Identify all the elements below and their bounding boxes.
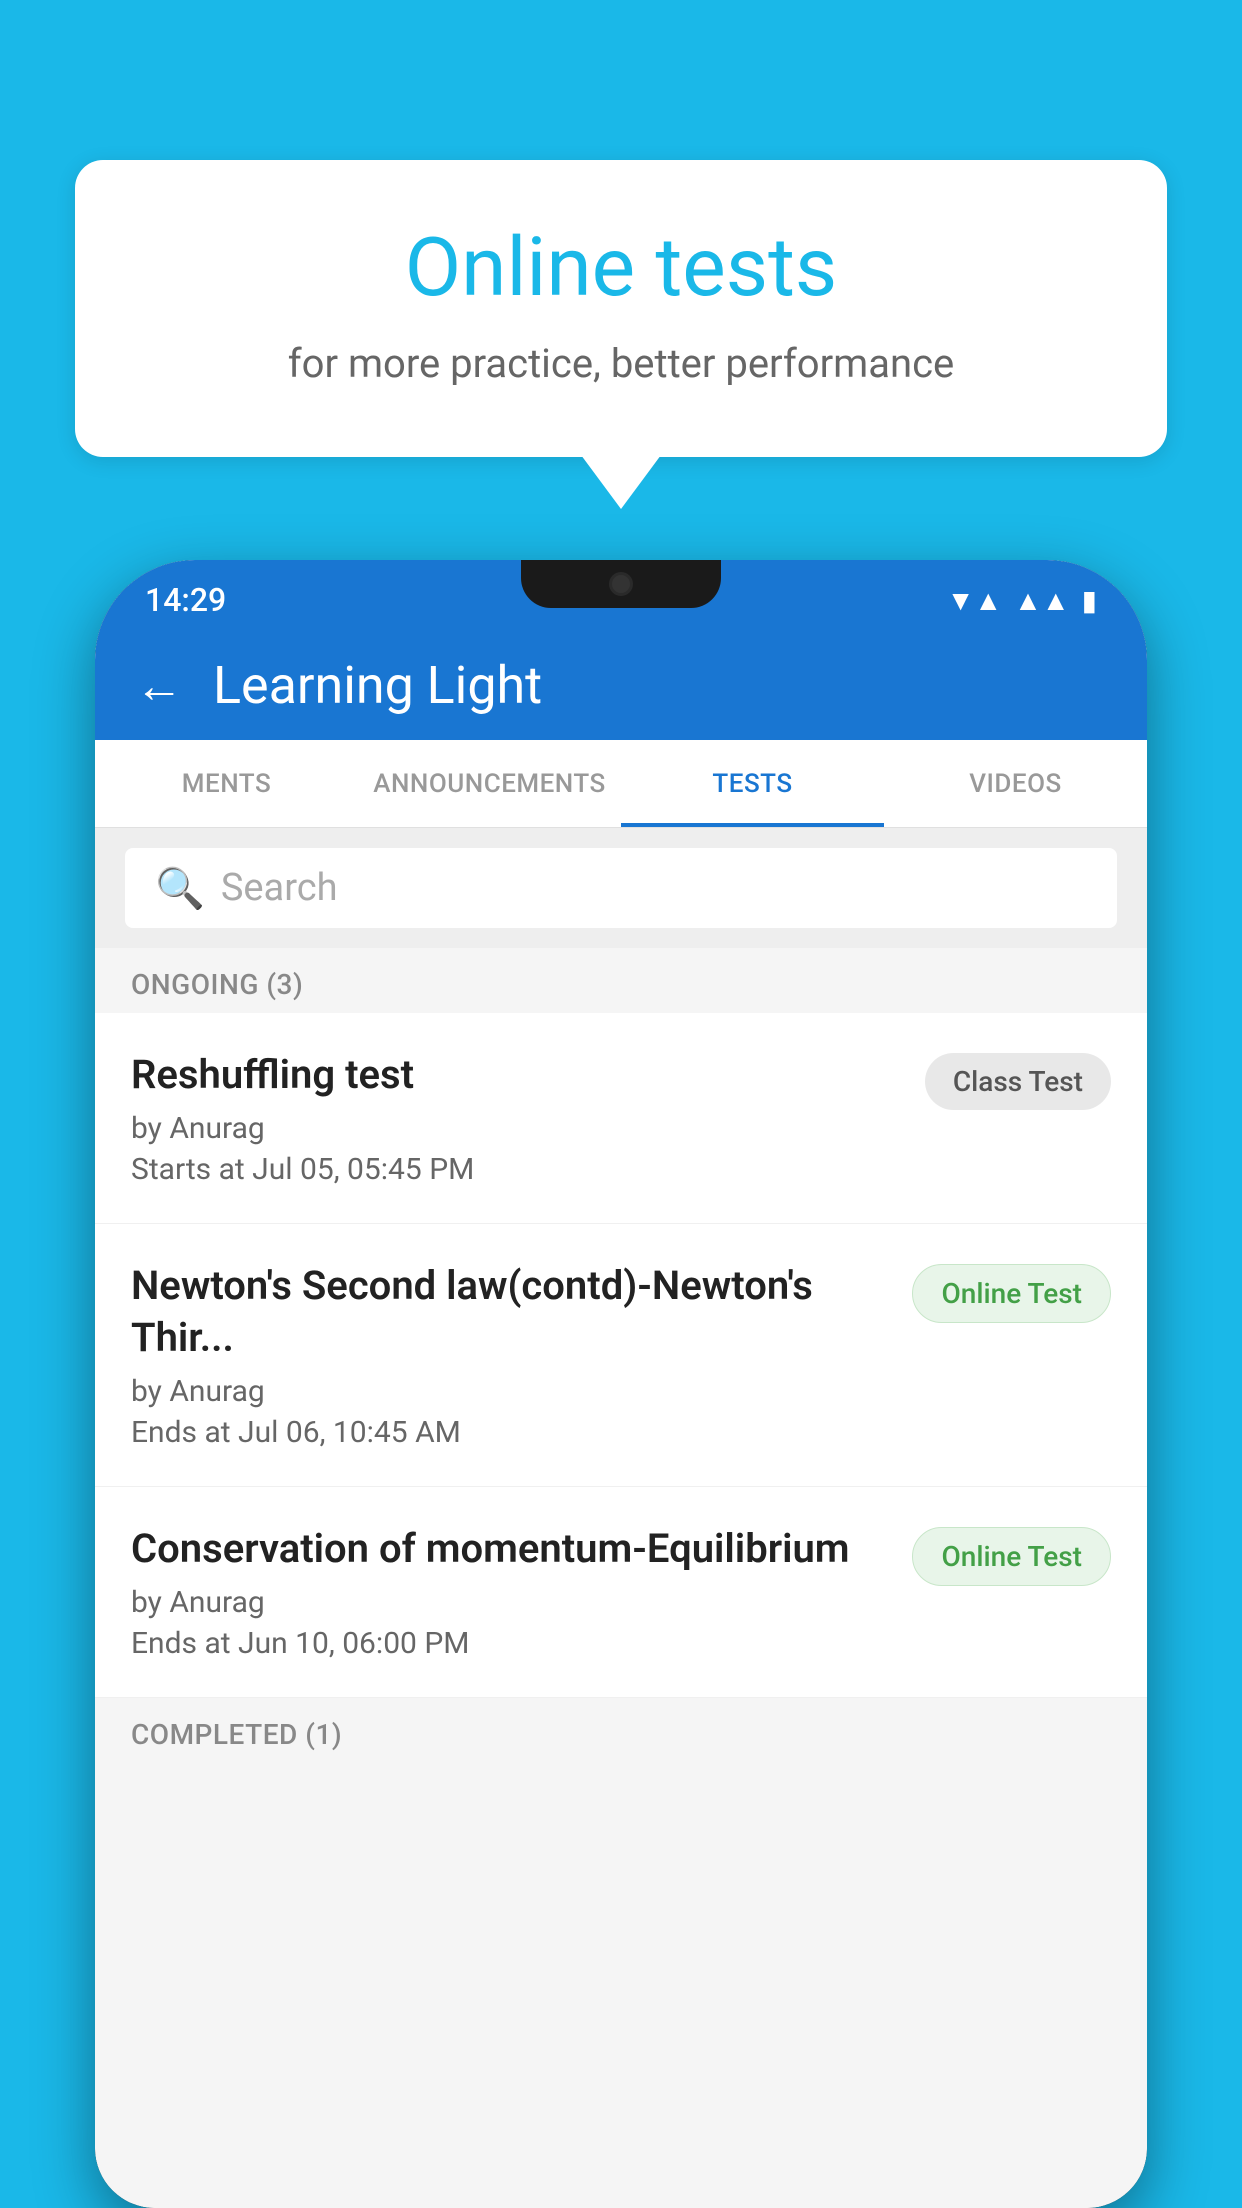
speech-bubble-container: Online tests for more practice, better p… bbox=[75, 160, 1167, 457]
tab-announcements-label: ANNOUNCEMENTS bbox=[373, 769, 606, 799]
test-info-3: Conservation of momentum-Equilibrium by … bbox=[131, 1523, 912, 1661]
tab-bar: MENTS ANNOUNCEMENTS TESTS VIDEOS bbox=[95, 740, 1147, 828]
search-container: 🔍 Search bbox=[95, 828, 1147, 948]
test-time-2: Ends at Jul 06, 10:45 AM bbox=[131, 1415, 892, 1450]
test-list: Reshuffling test by Anurag Starts at Jul… bbox=[95, 1013, 1147, 1698]
test-author-2: by Anurag bbox=[131, 1374, 892, 1409]
test-info-2: Newton's Second law(contd)-Newton's Thir… bbox=[131, 1260, 912, 1450]
battery-icon: ▮ bbox=[1082, 584, 1097, 617]
search-bar[interactable]: 🔍 Search bbox=[125, 848, 1117, 928]
signal-icon: ▲▲ bbox=[1014, 584, 1069, 617]
test-item-3[interactable]: Conservation of momentum-Equilibrium by … bbox=[95, 1487, 1147, 1698]
search-icon: 🔍 bbox=[155, 865, 205, 912]
test-info-1: Reshuffling test by Anurag Starts at Jul… bbox=[131, 1049, 925, 1187]
test-item-2[interactable]: Newton's Second law(contd)-Newton's Thir… bbox=[95, 1224, 1147, 1487]
speech-bubble-subtitle: for more practice, better performance bbox=[155, 340, 1087, 387]
tab-videos-label: VIDEOS bbox=[969, 769, 1061, 799]
wifi-icon: ▼▲ bbox=[947, 584, 1002, 617]
test-name-3: Conservation of momentum-Equilibrium bbox=[131, 1523, 892, 1575]
tab-ments-label: MENTS bbox=[182, 769, 271, 799]
test-item-1[interactable]: Reshuffling test by Anurag Starts at Jul… bbox=[95, 1013, 1147, 1224]
test-name-2: Newton's Second law(contd)-Newton's Thir… bbox=[131, 1260, 892, 1364]
status-time: 14:29 bbox=[145, 581, 226, 619]
tab-videos[interactable]: VIDEOS bbox=[884, 740, 1147, 827]
app-title: Learning Light bbox=[213, 655, 542, 716]
speech-bubble: Online tests for more practice, better p… bbox=[75, 160, 1167, 457]
test-time-1: Starts at Jul 05, 05:45 PM bbox=[131, 1152, 905, 1187]
test-name-1: Reshuffling test bbox=[131, 1049, 905, 1101]
speech-bubble-title: Online tests bbox=[155, 220, 1087, 316]
tab-ments[interactable]: MENTS bbox=[95, 740, 358, 827]
test-badge-3: Online Test bbox=[912, 1527, 1111, 1586]
test-author-3: by Anurag bbox=[131, 1585, 892, 1620]
phone-frame: 14:29 ▼▲ ▲▲ ▮ ← Learning Light MENTS ANN… bbox=[95, 560, 1147, 2208]
completed-section-label: COMPLETED (1) bbox=[95, 1698, 1147, 1763]
tab-announcements[interactable]: ANNOUNCEMENTS bbox=[358, 740, 621, 827]
phone-screen: 14:29 ▼▲ ▲▲ ▮ ← Learning Light MENTS ANN… bbox=[95, 560, 1147, 2208]
screen-content: 14:29 ▼▲ ▲▲ ▮ ← Learning Light MENTS ANN… bbox=[95, 560, 1147, 2208]
test-author-1: by Anurag bbox=[131, 1111, 905, 1146]
phone-camera bbox=[609, 572, 633, 596]
tab-tests[interactable]: TESTS bbox=[621, 740, 884, 827]
search-placeholder: Search bbox=[221, 866, 338, 910]
phone-notch bbox=[521, 560, 721, 608]
tab-tests-label: TESTS bbox=[712, 769, 792, 799]
status-icons: ▼▲ ▲▲ ▮ bbox=[947, 584, 1097, 617]
test-badge-2: Online Test bbox=[912, 1264, 1111, 1323]
test-time-3: Ends at Jun 10, 06:00 PM bbox=[131, 1626, 892, 1661]
app-header: ← Learning Light bbox=[95, 630, 1147, 740]
ongoing-section-label: ONGOING (3) bbox=[95, 948, 1147, 1013]
test-badge-1: Class Test bbox=[925, 1053, 1111, 1110]
back-button[interactable]: ← bbox=[135, 657, 183, 714]
